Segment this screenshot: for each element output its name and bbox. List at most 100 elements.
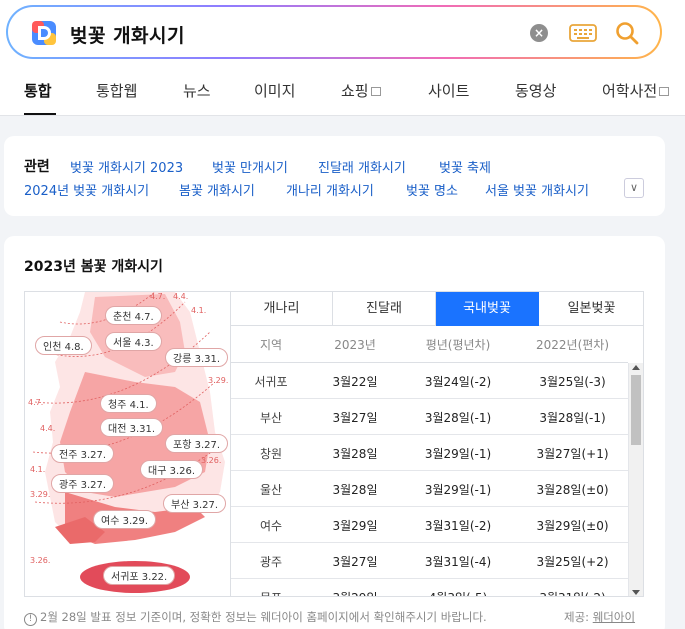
isoline-label: 4.1. xyxy=(30,465,46,474)
map-city-label: 강릉 3.31. xyxy=(165,348,229,367)
map-city-label: 대전 3.31. xyxy=(100,418,164,437)
isoline-label: 4.1. xyxy=(191,306,207,315)
isoline-label: 3.26. xyxy=(201,456,222,465)
cell-2023: 3월29일 xyxy=(311,589,399,596)
search-icon[interactable] xyxy=(614,20,640,46)
segment-forsythia[interactable]: 개나리 xyxy=(231,292,333,326)
table-row: 광주 3월27일 3월31일(-4) 3월25일(+2) xyxy=(231,543,628,579)
table-scrollbar[interactable] xyxy=(628,363,643,596)
isoline-label: 3.29. xyxy=(208,376,229,385)
related-title: 관련 xyxy=(24,159,50,175)
map-city-label: 광주 3.27. xyxy=(51,474,115,493)
cell-2023: 3월22일 xyxy=(332,375,378,389)
tab-images[interactable]: 이미지 xyxy=(254,80,295,101)
tab-web[interactable]: 통합웹 xyxy=(96,80,137,101)
related-link[interactable]: 벚꽃 만개시기 xyxy=(212,157,288,176)
card-title: 2023년 봄꽃 개화시기 xyxy=(24,259,163,275)
clear-icon[interactable]: × xyxy=(530,24,548,42)
provider: 제공: 웨더아이 xyxy=(564,609,635,625)
cell-normal: 3월31일(-4) xyxy=(424,555,492,569)
segment-domestic-cherry[interactable]: 국내벚꽃 xyxy=(436,292,539,326)
external-link-icon xyxy=(659,87,670,96)
table-row: 부산 3월27일 3월28일(-1) 3월28일(-1) xyxy=(231,399,628,435)
cell-2022: 3월28일(±0) xyxy=(536,483,609,497)
tab-shopping[interactable]: 쇼핑 xyxy=(341,80,381,101)
cell-2022: 3월28일(-1) xyxy=(539,411,606,425)
search-box[interactable]: 벚꽃 개화시기 × xyxy=(6,5,662,59)
map-city-label: 전주 3.27. xyxy=(51,444,115,463)
scroll-up-arrow-icon[interactable] xyxy=(632,365,640,370)
search-header: 벚꽃 개화시기 × xyxy=(0,0,685,68)
table-row: 창원 3월28일 3월29일(-1) 3월27일(+1) xyxy=(231,435,628,471)
header-2022: 2022년(편차) xyxy=(535,338,610,352)
provider-link[interactable]: 웨더아이 xyxy=(593,610,635,624)
footnote: ! 2월 28일 발표 정보 기준이며, 정확한 정보는 웨더아이 홈페이지에서 … xyxy=(24,609,487,626)
related-link[interactable]: 벚꽃 개화시기 2023 xyxy=(70,157,183,176)
map-city-label: 부산 3.27. xyxy=(163,494,227,513)
isoline-label: 4.7. xyxy=(150,292,166,301)
bloom-table-panel: 개나리 진달래 국내벚꽃 일본벚꽃 지역 2023년 평년(평년차) 2022년… xyxy=(231,291,644,597)
isoline-label: 4.4. xyxy=(40,424,56,433)
map-city-label: 춘천 4.7. xyxy=(105,306,162,325)
scroll-down-arrow-icon[interactable] xyxy=(632,590,640,595)
segment-azalea[interactable]: 진달래 xyxy=(333,292,436,326)
cell-2023: 3월28일 xyxy=(332,483,378,497)
related-link[interactable]: 진달래 개화시기 xyxy=(318,157,406,176)
table-row: 여수 3월29일 3월31일(-2) 3월29일(±0) xyxy=(231,507,628,543)
external-link-icon xyxy=(370,87,381,96)
map-city-label: 청주 4.1. xyxy=(100,394,157,413)
isoline-label: 4.7. xyxy=(28,398,44,407)
cell-region: 목포 xyxy=(231,589,311,596)
map-city-label: 서귀포 3.22. xyxy=(103,566,176,585)
cell-2023: 3월29일 xyxy=(332,519,378,533)
cell-normal: 3월29일(-1) xyxy=(424,483,492,497)
table-row: 울산 3월28일 3월29일(-1) 3월28일(±0) xyxy=(231,471,628,507)
cell-2023: 3월27일 xyxy=(332,555,378,569)
tab-news[interactable]: 뉴스 xyxy=(183,80,211,101)
cell-region: 광주 xyxy=(259,555,283,569)
cell-normal: 3월29일(-1) xyxy=(424,447,492,461)
bloom-card: 2023년 봄꽃 개화시기 4.7. 4.4. 4.1. 3.29. 4.7. … xyxy=(4,236,665,629)
tab-sites[interactable]: 사이트 xyxy=(428,80,469,101)
table-row: 서귀포 3월22일 3월24일(-2) 3월25일(-3) xyxy=(231,363,628,399)
table-header: 지역 2023년 평년(평년차) 2022년(편차) xyxy=(231,326,628,363)
footnote-text: 2월 28일 발표 정보 기준이며, 정확한 정보는 웨더아이 홈페이지에서 확… xyxy=(40,610,487,624)
header-normal: 평년(평년차) xyxy=(425,338,491,352)
related-link[interactable]: 벚꽃 명소 xyxy=(406,180,458,199)
cell-2022: 3월27일(+1) xyxy=(536,447,609,461)
cell-2022: 3월25일(-3) xyxy=(539,375,606,389)
map-city-label: 포항 3.27. xyxy=(165,434,229,453)
tab-dictionary-label: 어학사전 xyxy=(602,82,658,100)
map-city-label: 인천 4.8. xyxy=(35,336,92,355)
map-city-label: 여수 3.29. xyxy=(93,510,157,529)
isoline-label: 4.4. xyxy=(173,292,189,301)
cell-2023: 3월27일 xyxy=(332,411,378,425)
cell-2023: 3월28일 xyxy=(332,447,378,461)
cell-region: 부산 xyxy=(259,411,283,425)
map-city-label: 대구 3.26. xyxy=(140,460,204,479)
related-link[interactable]: 2024년 벚꽃 개화시기 xyxy=(24,180,149,199)
cell-2022: 3월31일(-2) xyxy=(517,589,628,596)
tab-dictionary[interactable]: 어학사전 xyxy=(602,80,670,101)
expand-related-button[interactable]: ∨ xyxy=(624,178,644,198)
scroll-thumb[interactable] xyxy=(631,375,641,445)
search-tabs: 통합 통합웹 뉴스 이미지 쇼핑 사이트 동영상 어학사전 xyxy=(0,68,685,116)
isoline-label: 3.29. xyxy=(30,490,51,499)
related-link[interactable]: 개나리 개화시기 xyxy=(286,180,374,199)
info-icon: ! xyxy=(24,613,37,626)
related-link[interactable]: 벚꽃 축제 xyxy=(439,157,491,176)
cell-normal: 3월31일(-2) xyxy=(424,519,492,533)
table-row: 목포3월29일4월3일(-5)3월31일(-2) xyxy=(231,579,628,596)
cell-normal: 3월28일(-1) xyxy=(424,411,492,425)
related-link[interactable]: 서울 벚꽃 개화시기 xyxy=(485,180,589,199)
isoline-label: 3.26. xyxy=(30,556,51,565)
tab-videos[interactable]: 동영상 xyxy=(515,80,556,101)
segment-japan-cherry[interactable]: 일본벚꽃 xyxy=(539,292,643,326)
related-link[interactable]: 봄꽃 개화시기 xyxy=(179,180,255,199)
tab-integrated[interactable]: 통합 xyxy=(24,80,52,101)
related-searches: 관련 벚꽃 개화시기 2023 벚꽃 만개시기 진달래 개화시기 벚꽃 축제 2… xyxy=(4,136,665,216)
tab-shopping-label: 쇼핑 xyxy=(341,82,369,100)
search-input[interactable]: 벚꽃 개화시기 xyxy=(70,21,185,48)
keyboard-icon[interactable] xyxy=(569,23,597,43)
cell-region: 창원 xyxy=(259,447,283,461)
